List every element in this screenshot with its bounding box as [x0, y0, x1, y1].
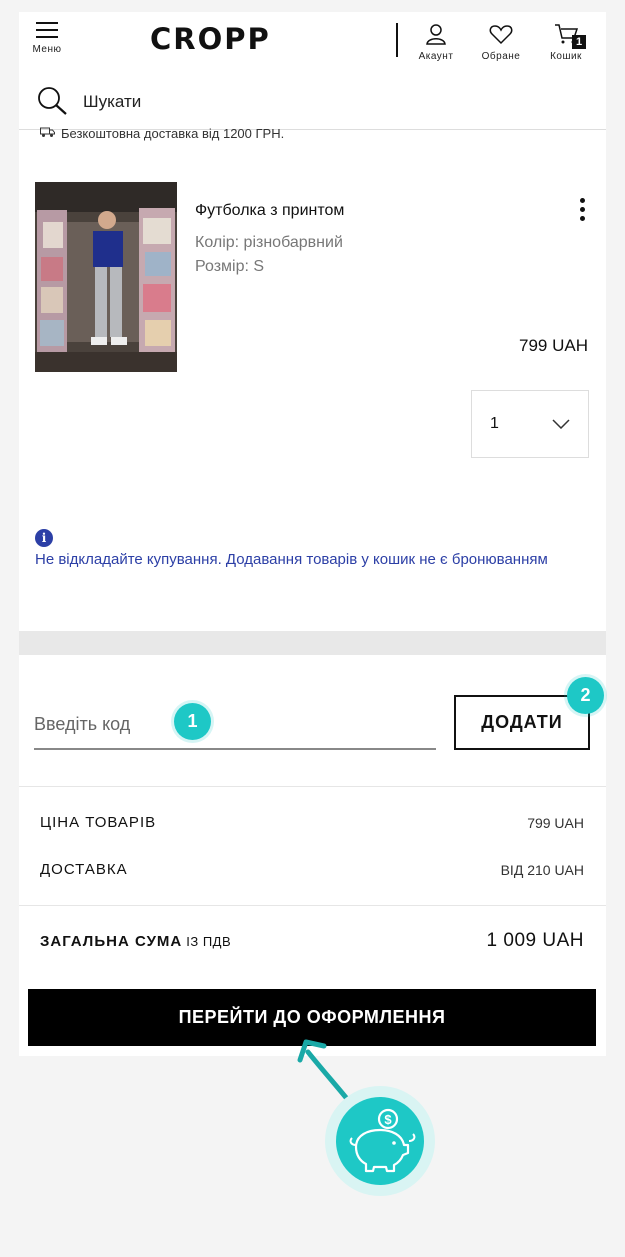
- chevron-down-icon: [552, 419, 570, 429]
- delivery-label: ДОСТАВКА: [40, 861, 128, 878]
- total-label: ЗАГАЛЬНА СУМА ІЗ ПДВ: [40, 933, 231, 950]
- delivery-value: ВІД 210 UAH: [500, 862, 584, 878]
- total-label-text: ЗАГАЛЬНА СУМА: [40, 933, 183, 950]
- info-icon: i: [35, 529, 53, 547]
- product-image[interactable]: [35, 182, 177, 372]
- items-price-value: 799 UAH: [527, 815, 584, 831]
- items-price-label: ЦІНА ТОВАРІВ: [40, 814, 157, 831]
- section-separator: [19, 631, 606, 655]
- free-delivery-note: Безкоштовна доставка від 1200 ГРН.: [40, 126, 284, 141]
- cart-count-badge: 1: [572, 35, 586, 49]
- cart-card: [19, 12, 606, 1056]
- piggy-bank-icon: $: [336, 1097, 424, 1185]
- step-badge-1: 1: [174, 703, 211, 740]
- product-photo: [35, 182, 177, 372]
- product-name[interactable]: Футболка з принтом: [195, 202, 344, 220]
- search-label: Шукати: [83, 92, 142, 111]
- favorites-label: Обране: [481, 51, 521, 62]
- total-divider: [19, 905, 606, 906]
- search-bar[interactable]: Шукати: [19, 70, 606, 130]
- reservation-notice: Не відкладайте купування. Додавання това…: [35, 551, 548, 568]
- search-icon: [38, 87, 67, 115]
- total-value: 1 009 UAH: [486, 930, 584, 951]
- summary-divider: [19, 786, 606, 787]
- brand-logo[interactable]: CROPP: [150, 22, 271, 56]
- cart-label: Кошик: [550, 51, 582, 62]
- product-color: Колір: різнобарвний: [195, 234, 343, 251]
- account-button[interactable]: Акаунт: [411, 23, 461, 62]
- quantity-select[interactable]: 1: [471, 390, 589, 458]
- heart-icon: [489, 25, 513, 45]
- account-label: Акаунт: [418, 51, 454, 62]
- menu-label: Меню: [32, 44, 62, 55]
- free-delivery-text: Безкоштовна доставка від 1200 ГРН.: [61, 126, 285, 141]
- more-options-icon[interactable]: [574, 198, 590, 226]
- favorites-button[interactable]: Обране: [476, 23, 526, 62]
- header-divider: [396, 23, 398, 57]
- cart-button[interactable]: 1 Кошик: [541, 23, 591, 62]
- product-price: 799 UAH: [519, 336, 588, 355]
- truck-icon: [40, 126, 55, 141]
- svg-text:$: $: [384, 1112, 392, 1127]
- product-size: Розмір: S: [195, 258, 265, 275]
- quantity-value: 1: [490, 415, 499, 432]
- hamburger-icon: [36, 22, 58, 38]
- top-header: Меню CROPP Акаунт Обране 1 Кошик: [19, 12, 606, 70]
- step-badge-2: 2: [567, 677, 604, 714]
- user-icon: [426, 24, 446, 45]
- total-vat-note: ІЗ ПДВ: [186, 934, 232, 949]
- menu-button[interactable]: Меню: [27, 22, 67, 55]
- promo-code-input[interactable]: [34, 695, 436, 750]
